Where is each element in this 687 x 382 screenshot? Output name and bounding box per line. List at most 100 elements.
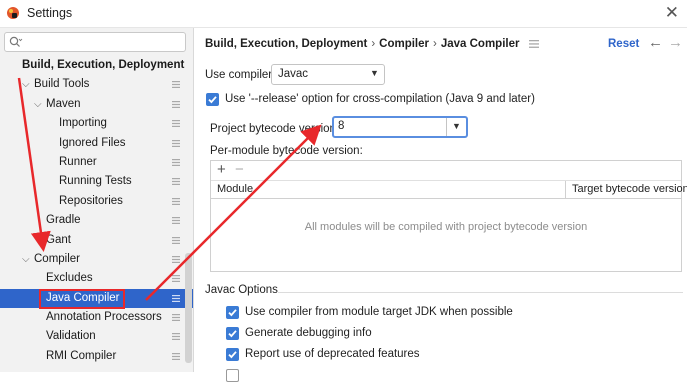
settings-gear-icon <box>172 352 180 360</box>
add-icon[interactable]: + <box>217 161 226 178</box>
tree-item-label: Running Tests <box>59 175 132 188</box>
chevron-down-icon[interactable]: ⌵ <box>22 75 30 94</box>
app-icon <box>7 7 19 19</box>
debug-info-label: Generate debugging info <box>245 327 372 339</box>
release-option-label: Use '--release' option for cross-compila… <box>225 93 535 105</box>
use-module-jdk-label: Use compiler from module target JDK when… <box>245 306 513 318</box>
settings-gear-icon <box>172 294 180 302</box>
settings-gear-icon <box>172 275 180 283</box>
tree-item-runner[interactable]: Runner <box>0 153 193 172</box>
table-toolbar: + − <box>211 161 681 181</box>
breadcrumb-item: Java Compiler <box>440 38 520 50</box>
tree-item-repositories[interactable]: Repositories <box>0 192 193 211</box>
remove-icon[interactable]: − <box>235 161 244 178</box>
deprecated-checkbox[interactable] <box>226 348 239 361</box>
chevron-down-icon[interactable]: ⌵ <box>22 250 30 269</box>
breadcrumb-item: Build, Execution, Deployment <box>205 38 368 50</box>
tree-item-running-tests[interactable]: Running Tests <box>0 172 193 191</box>
dropdown-arrow-icon: ▼ <box>452 121 461 131</box>
settings-gear-icon <box>172 236 180 244</box>
tree-item-annotation-processors[interactable]: Annotation Processors <box>0 308 193 327</box>
bytecode-version-select[interactable]: 8 ▼ <box>332 116 468 138</box>
tree-item-ignored-files[interactable]: Ignored Files <box>0 134 193 153</box>
reset-link[interactable]: Reset <box>608 38 639 50</box>
tree-item-label: Gant <box>46 233 71 246</box>
tree-item-build-execution-deployment[interactable]: Build, Execution, Deployment <box>0 56 193 75</box>
search-box[interactable] <box>4 32 186 52</box>
tree-item-gradle[interactable]: Gradle <box>0 211 193 230</box>
breadcrumb-item: Compiler <box>379 38 429 50</box>
settings-gear-icon <box>172 255 180 263</box>
checkmark-icon <box>228 330 237 338</box>
compiler-select[interactable]: Javac ▼ <box>271 64 385 85</box>
javac-options-title: Javac Options <box>205 284 278 296</box>
checkmark-icon <box>208 96 217 104</box>
settings-gear-icon <box>528 39 539 48</box>
checkmark-icon <box>228 309 237 317</box>
column-header-module[interactable]: Module <box>217 183 253 195</box>
settings-gear-icon <box>172 100 180 108</box>
settings-gear-icon <box>172 158 180 166</box>
settings-gear-icon <box>172 81 180 89</box>
use-module-jdk-checkbox[interactable] <box>226 306 239 319</box>
tree-item-label: Importing <box>59 117 107 130</box>
breadcrumb-separator: › <box>433 38 437 50</box>
search-input[interactable] <box>25 34 179 52</box>
tree-item-label: Validation <box>46 330 96 343</box>
tree-item-label: Ignored Files <box>59 136 126 149</box>
settings-gear-icon <box>172 314 180 322</box>
tree-item-java-compiler[interactable]: Java Compiler <box>0 288 193 309</box>
tree-item-label: Maven <box>46 97 81 110</box>
tree-item-label: Compiler <box>34 252 81 265</box>
settings-gear-icon <box>172 333 180 341</box>
close-icon[interactable]: ✕ <box>665 3 679 23</box>
compiler-select-value: Javac <box>278 68 309 80</box>
settings-gear-icon <box>172 178 180 186</box>
column-header-target-bytecode[interactable]: Target bytecode version <box>565 181 687 198</box>
settings-gear-icon <box>172 217 180 225</box>
settings-gear-icon <box>172 139 180 147</box>
combo-divider <box>446 118 447 136</box>
search-icon <box>9 36 23 47</box>
forward-arrow-icon[interactable]: → <box>668 34 683 51</box>
tree-item-validation[interactable]: Validation <box>0 327 193 346</box>
tree-item-compiler[interactable]: ⌵ Compiler <box>0 250 193 269</box>
tree-item-label: RMI Compiler <box>46 349 117 362</box>
tree-item-rmi-compiler[interactable]: RMI Compiler <box>0 347 193 366</box>
tree-item-gant[interactable]: Gant <box>0 231 193 250</box>
deprecated-label: Report use of deprecated features <box>245 348 420 360</box>
tree-item-label: Build Tools <box>34 78 90 91</box>
bytecode-version-value: 8 <box>338 120 345 132</box>
settings-sidebar: Build, Execution, Deployment ⌵ Build Too… <box>0 28 194 372</box>
release-option-checkbox[interactable] <box>206 93 219 106</box>
window-title: Settings <box>27 6 73 20</box>
back-arrow-icon[interactable]: ← <box>648 34 663 51</box>
dropdown-arrow-icon: ▼ <box>370 68 379 78</box>
tree-item-maven[interactable]: ⌵ Maven <box>0 95 193 114</box>
tree-item-build-tools[interactable]: ⌵ Build Tools <box>0 75 193 94</box>
chevron-down-icon[interactable]: ⌵ <box>34 95 42 114</box>
tree-item-importing[interactable]: Importing <box>0 114 193 133</box>
per-module-label: Per-module bytecode version: <box>210 145 363 157</box>
tree-item-label: Runner <box>59 155 97 168</box>
settings-gear-icon <box>172 120 180 128</box>
sidebar-scrollbar[interactable] <box>185 253 192 363</box>
debug-info-checkbox[interactable] <box>226 327 239 340</box>
section-divider <box>278 292 683 293</box>
table-empty-text: All modules will be compiled with projec… <box>304 221 588 233</box>
checkmark-icon <box>228 351 237 359</box>
tree-item-label: Repositories <box>59 194 123 207</box>
per-module-table: + − Module Target bytecode version All m… <box>210 160 687 272</box>
tree-item-label: Excludes <box>46 272 93 285</box>
bytecode-version-label: Project bytecode version: <box>210 123 340 135</box>
next-option-checkbox[interactable] <box>226 369 239 382</box>
use-compiler-label: Use compiler: <box>205 69 276 81</box>
tree-item-label: Gradle <box>46 214 81 227</box>
tree-item-label: Java Compiler <box>46 291 120 304</box>
breadcrumb: Build, Execution, Deployment › Compiler › Ja… <box>205 38 539 50</box>
settings-gear-icon <box>172 197 180 205</box>
tree-item-excludes[interactable]: Excludes <box>0 269 193 288</box>
java-compiler-panel: Build, Execution, Deployment › Compiler › Ja… <box>194 28 687 382</box>
breadcrumb-separator: › <box>371 38 376 50</box>
tree-item-label: Build, Execution, Deployment <box>22 59 185 71</box>
